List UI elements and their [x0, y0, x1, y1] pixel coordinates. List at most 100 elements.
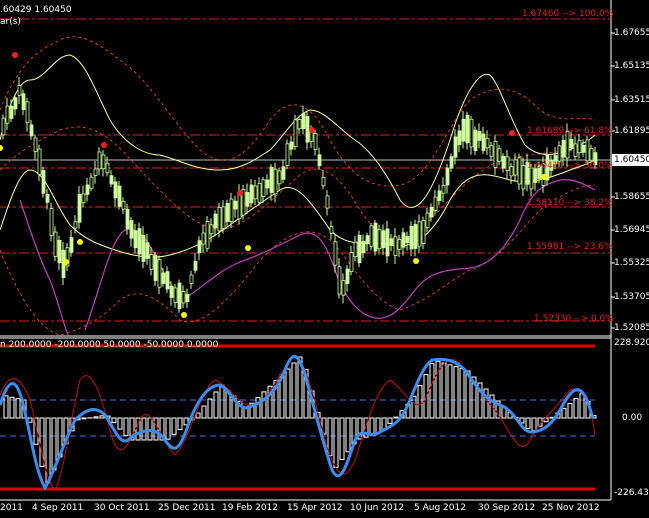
candle-body: [425, 212, 430, 228]
candle-body: [389, 238, 394, 246]
candle-body: [585, 139, 590, 162]
candle-body: [321, 177, 326, 187]
candle-body: [313, 133, 318, 151]
candle-body: [437, 190, 442, 201]
candle-body: [253, 185, 258, 200]
price-chart[interactable]: [0, 0, 649, 518]
candle-body: [449, 156, 454, 169]
candle-body: [1, 117, 6, 136]
candle-body: [141, 234, 146, 262]
candle-body: [265, 179, 270, 189]
candle-body: [205, 221, 210, 249]
candle-body: [213, 213, 218, 229]
cci-histogram-bar: [447, 364, 453, 419]
candle-body: [369, 225, 374, 247]
candlesticks: [1, 76, 598, 313]
candle-body: [385, 228, 390, 257]
indicator-header: ar(s): [0, 17, 21, 27]
candle-body: [249, 184, 254, 204]
candle-body: [397, 239, 402, 250]
cci-histogram-bar: [573, 398, 579, 419]
candle-body: [77, 194, 82, 223]
candle-body: [401, 232, 406, 248]
candle-body: [377, 228, 382, 250]
candle-body: [329, 226, 334, 234]
cci-histogram-bar: [81, 417, 87, 420]
cci-histogram-bar: [3, 395, 9, 419]
candle-body: [465, 114, 470, 144]
candle-body: [325, 195, 330, 209]
candle-body: [301, 113, 306, 130]
candle-body: [145, 242, 150, 259]
candle-body: [569, 138, 574, 149]
date-label: 19 Feb 2012: [222, 503, 279, 513]
cci-histogram-bar: [27, 417, 33, 423]
cci-histogram-bar: [369, 417, 375, 436]
candle-body: [489, 145, 494, 157]
candle-body: [349, 252, 354, 272]
candle-body: [257, 182, 262, 203]
candle-body: [317, 154, 322, 167]
candle-body: [217, 207, 222, 232]
candle-body: [113, 181, 118, 199]
candle-body: [149, 254, 154, 270]
candle-body: [517, 157, 522, 185]
quote-header: .60429 1.60450: [0, 5, 72, 15]
fib-label-236: 1.55981 --> 23.6%: [527, 242, 613, 252]
cci-histogram-bar: [285, 368, 291, 419]
candle-body: [357, 234, 362, 264]
fib-label-0: 1.52330 --> 0.0%: [534, 314, 614, 324]
cci-histogram-bar: [333, 417, 339, 468]
cci-bottom-label: -226.4381: [614, 488, 649, 498]
candle-body: [341, 280, 346, 296]
candle-body: [85, 184, 90, 195]
candle-body: [285, 143, 290, 166]
cci-histogram-bar: [579, 393, 585, 419]
price-label: 1.67655: [614, 28, 649, 38]
cci-histogram-bar: [111, 417, 117, 424]
date-label: 5 Aug 2012: [414, 503, 466, 513]
cci-histogram-bar: [441, 362, 447, 419]
candle-body: [245, 192, 250, 207]
cci-histogram-bar: [339, 417, 345, 461]
cci-histogram-bar: [561, 407, 567, 419]
candle-body: [193, 261, 198, 271]
candle-body: [105, 162, 110, 174]
cci-histogram-bar: [387, 417, 393, 424]
candle-body: [5, 105, 10, 124]
candle-body: [473, 129, 478, 152]
candle-body: [589, 148, 594, 161]
candle-body: [133, 230, 138, 249]
date-label: 10 Jun 2012: [350, 503, 405, 513]
magenta-ma: [19, 179, 596, 336]
candle-body: [505, 156, 510, 172]
price-label: 1.58655: [614, 192, 649, 202]
candle-body: [109, 175, 114, 185]
candle-body: [353, 241, 358, 257]
candle-body: [37, 148, 42, 175]
candle-body: [45, 193, 50, 203]
candle-body: [557, 145, 562, 162]
candle-body: [209, 224, 214, 235]
cci-histogram-bar: [123, 417, 129, 437]
candle-body: [581, 144, 586, 153]
candle-body: [177, 282, 182, 310]
candle-body: [493, 141, 498, 168]
candle-body: [137, 228, 142, 255]
candle-body: [53, 231, 58, 257]
cci-histogram-bar: [99, 415, 105, 419]
candle-body: [413, 224, 418, 249]
candle-body: [233, 200, 238, 210]
price-label: 1.65135: [614, 61, 649, 71]
candle-body: [445, 167, 450, 186]
cci-histogram-bar: [219, 384, 225, 419]
price-ticks: [611, 32, 615, 329]
date-label: 2011: [0, 503, 23, 513]
candle-body: [197, 240, 202, 254]
candle-body: [153, 254, 158, 281]
date-label: 30 Sep 2012: [478, 503, 536, 513]
candle-body: [189, 274, 194, 284]
candle-body: [421, 219, 426, 244]
fib-label-618: 1.61689 --> 61.8%: [527, 126, 613, 136]
candle-body: [89, 176, 94, 189]
